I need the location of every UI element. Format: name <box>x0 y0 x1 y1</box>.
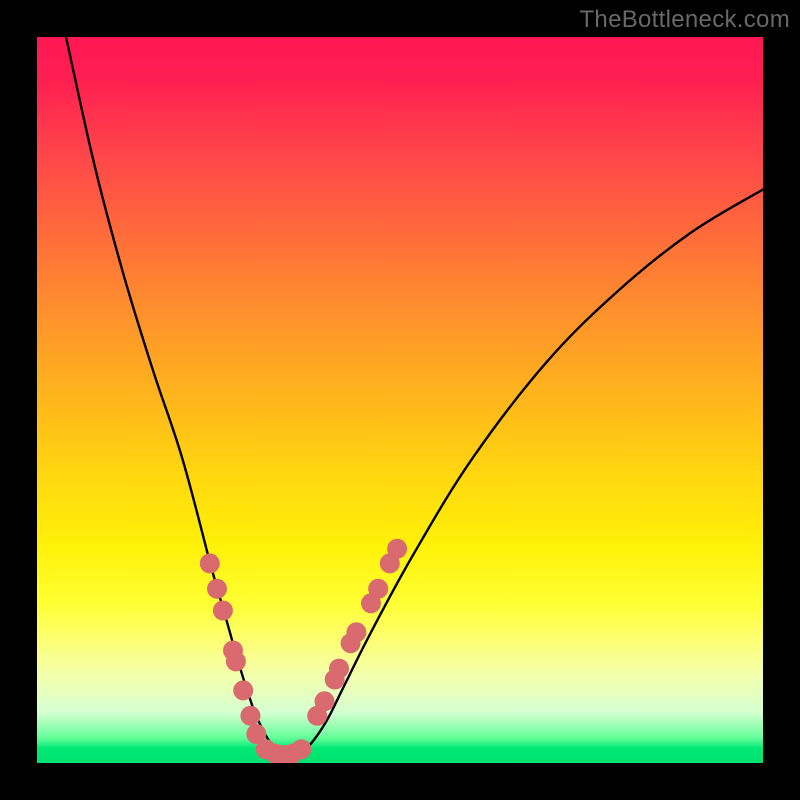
chart-frame: TheBottleneck.com <box>0 0 800 800</box>
marker-dot <box>387 539 407 559</box>
marker-dot <box>213 601 233 621</box>
marker-dot <box>291 739 311 759</box>
watermark-text: TheBottleneck.com <box>579 6 790 34</box>
plot-area <box>37 37 763 763</box>
bottleneck-curve <box>66 37 763 758</box>
marker-dot <box>200 553 220 573</box>
marker-dot <box>315 691 335 711</box>
marker-dot <box>240 706 260 726</box>
marker-dot <box>207 579 227 599</box>
marker-dot <box>233 680 253 700</box>
marker-dot <box>329 659 349 679</box>
marker-dot <box>226 651 246 671</box>
marker-dot <box>346 622 366 642</box>
marker-dot <box>368 579 388 599</box>
curve-layer <box>37 37 763 763</box>
